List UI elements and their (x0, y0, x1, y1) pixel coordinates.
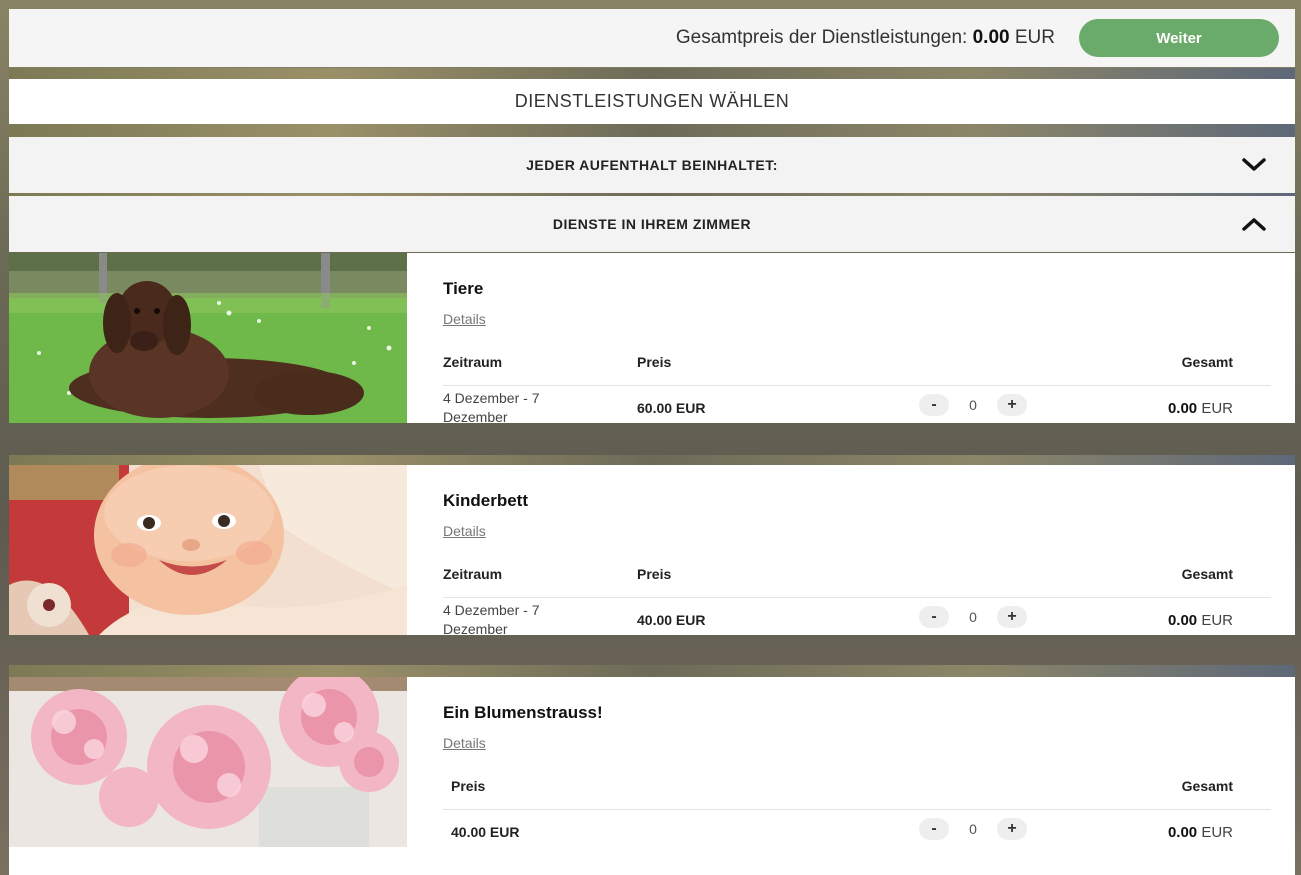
service-info: Ein Blumenstrauss! Details Preis Gesamt … (443, 677, 1271, 847)
dog-photo (9, 253, 407, 423)
price-summary-bar: Gesamtpreis der Dienstleistungen: 0.00 E… (9, 9, 1295, 67)
quantity-stepper: - 0 + (919, 394, 1027, 416)
divider (443, 809, 1271, 810)
service-total-currency: EUR (1201, 824, 1233, 841)
service-total-value: 0.00 (1167, 824, 1198, 841)
column-header-price: Preis (451, 778, 486, 794)
decrement-button[interactable]: - (919, 606, 949, 628)
background-strip (9, 124, 1295, 137)
service-total-currency: EUR (1201, 400, 1233, 417)
total-price-currency: EUR (1014, 27, 1055, 48)
chevron-down-icon (1242, 158, 1266, 171)
accordion-label: JEDER AUFENTHALT BEINHALTET: (526, 157, 778, 173)
service-info: Kinderbett Details Zeitraum Preis Gesamt… (443, 465, 1271, 637)
service-period: 4 Dezember - 7 Dezember (443, 390, 540, 425)
service-price: 40.00 EUR (451, 824, 520, 840)
accordion-room-services[interactable]: DIENSTE IN IHREM ZIMMER (9, 196, 1295, 252)
quantity-value: 0 (969, 397, 977, 413)
service-name: Kinderbett (443, 491, 528, 510)
service-total-value: 0.00 (1167, 612, 1198, 629)
service-name: Tiere (443, 279, 484, 298)
page-title: DIENSTLEISTUNGEN WÄHLEN (9, 79, 1295, 124)
quantity-value: 0 (969, 821, 977, 837)
column-header-period: Zeitraum (443, 566, 503, 582)
details-link[interactable]: Details (443, 523, 486, 539)
service-period: 4 Dezember - 7 Dezember (443, 602, 540, 637)
decrement-button[interactable]: - (919, 818, 949, 840)
accordion-label: DIENSTE IN IHREM ZIMMER (552, 216, 752, 232)
increment-button[interactable]: + (997, 818, 1027, 840)
accordion-included-services[interactable]: JEDER AUFENTHALT BEINHALTET: (9, 137, 1295, 193)
services-page: Gesamtpreis der Dienstleistungen: 0.00 E… (0, 0, 1301, 875)
total-price-text: Gesamtpreis der Dienstleistungen: (675, 27, 968, 48)
service-price: 40.00 EUR (637, 612, 706, 628)
service-card-kinderbett: Kinderbett Details Zeitraum Preis Gesamt… (9, 465, 1295, 637)
service-info: Tiere Details Zeitraum Preis Gesamt 4 De… (443, 253, 1271, 425)
quantity-stepper: - 0 + (919, 818, 1027, 840)
decrement-button[interactable]: - (919, 394, 949, 416)
details-link[interactable]: Details (443, 311, 486, 327)
column-header-total: Gesamt (1181, 566, 1233, 582)
background-strip (9, 665, 1295, 677)
continue-button[interactable]: Weiter (1079, 19, 1279, 57)
column-header-price: Preis (637, 566, 672, 582)
quantity-stepper: - 0 + (919, 606, 1027, 628)
service-total: 0.00 EUR (1168, 612, 1233, 629)
service-total-currency: EUR (1201, 612, 1233, 629)
increment-button[interactable]: + (997, 394, 1027, 416)
column-header-price: Preis (637, 354, 672, 370)
service-total: 0.00 EUR (1168, 400, 1233, 417)
total-price-value: 0.00 (972, 27, 1010, 48)
increment-button[interactable]: + (997, 606, 1027, 628)
column-header-total: Gesamt (1181, 354, 1233, 370)
flowers-photo (9, 677, 407, 847)
service-total: 0.00 EUR (1168, 824, 1233, 841)
service-card-tiere: Tiere Details Zeitraum Preis Gesamt 4 De… (9, 253, 1295, 425)
quantity-value: 0 (969, 609, 977, 625)
service-name: Ein Blumenstrauss! (443, 703, 603, 722)
background-strip (9, 68, 1295, 79)
service-total-value: 0.00 (1167, 400, 1198, 417)
service-card-flowers: Ein Blumenstrauss! Details Preis Gesamt … (9, 677, 1295, 847)
details-link[interactable]: Details (443, 735, 486, 751)
service-price: 60.00 EUR (637, 400, 706, 416)
total-price-label: Gesamtpreis der Dienstleistungen: 0.00 E… (676, 27, 1055, 49)
divider (443, 385, 1271, 386)
divider (443, 597, 1271, 598)
chevron-up-icon (1242, 218, 1266, 231)
column-header-total: Gesamt (1181, 778, 1233, 794)
baby-photo (9, 465, 407, 635)
column-header-period: Zeitraum (443, 354, 503, 370)
background-strip (9, 455, 1295, 465)
page-bottom (9, 847, 1295, 875)
